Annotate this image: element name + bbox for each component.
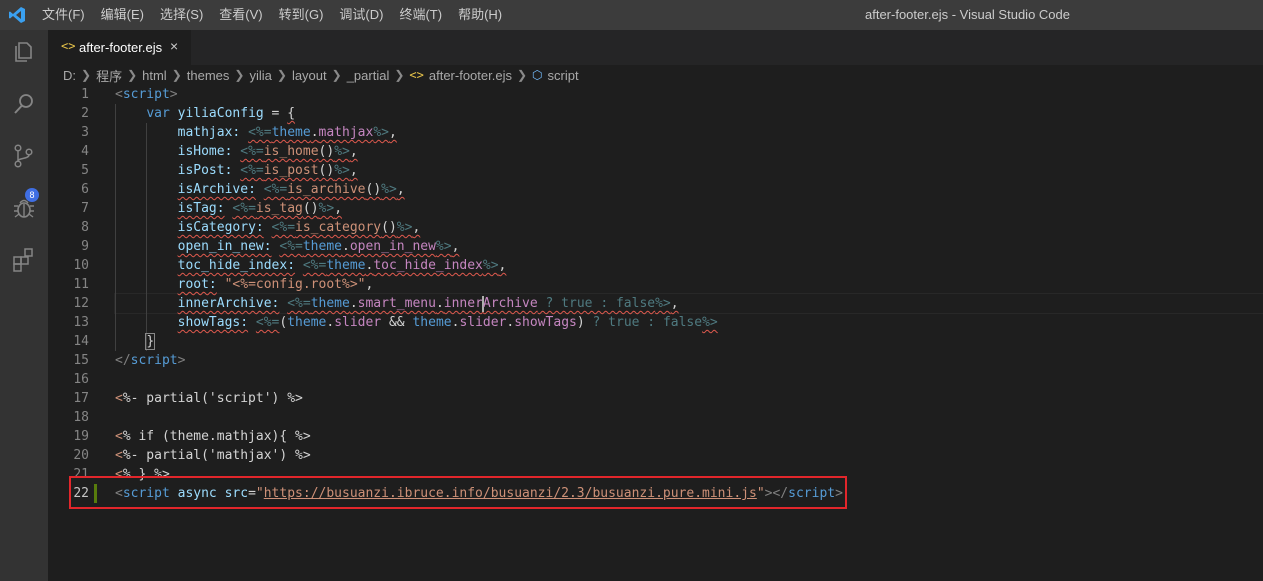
menu-file[interactable]: 文件(F) bbox=[34, 0, 93, 30]
symbol-element-icon: ⬡ bbox=[532, 68, 543, 82]
code-line: showTags: <%=(theme.slider && theme.slid… bbox=[177, 315, 718, 330]
breadcrumb-item[interactable]: themes bbox=[187, 68, 230, 83]
chevron-right-icon: ❯ bbox=[516, 68, 528, 82]
code-line: <% if (theme.mathjax){ %> bbox=[115, 429, 311, 444]
breadcrumb: D: ❯ 程序 ❯ html ❯ themes ❯ yilia ❯ layout… bbox=[63, 66, 579, 84]
line-number: 18 bbox=[73, 410, 89, 425]
explorer-icon[interactable] bbox=[10, 38, 38, 66]
window-title: after-footer.ejs - Visual Studio Code bbox=[865, 7, 1070, 22]
chevron-right-icon: ❯ bbox=[276, 68, 287, 82]
line-number: 20 bbox=[73, 448, 89, 463]
line-number: 4 bbox=[81, 144, 89, 159]
source-control-icon[interactable] bbox=[10, 142, 38, 170]
line-number-gutter: 1 2 3 4 5 6 7 8 9 10 11 12 13 14 15 16 1… bbox=[48, 85, 96, 503]
code-line: var yiliaConfig = { bbox=[146, 106, 296, 121]
title-bar: 文件(F) 编辑(E) 选择(S) 查看(V) 转到(G) 调试(D) 终端(T… bbox=[0, 0, 1263, 30]
line-number: 7 bbox=[81, 201, 89, 216]
code-line: innerArchive: <%=theme.smart_menu.innerA… bbox=[177, 295, 679, 312]
chevron-right-icon: ❯ bbox=[81, 68, 92, 82]
code-line: isArchive: <%=is_archive()%>, bbox=[177, 182, 405, 197]
menu-help[interactable]: 帮助(H) bbox=[450, 0, 510, 30]
code-line: mathjax: <%=theme.mathjax%>, bbox=[177, 125, 397, 140]
breadcrumb-symbol[interactable]: script bbox=[548, 68, 579, 83]
close-icon[interactable]: × bbox=[170, 38, 178, 54]
breadcrumb-item[interactable]: layout bbox=[292, 68, 327, 83]
line-number: 11 bbox=[73, 277, 89, 292]
line-number: 14 bbox=[73, 334, 89, 349]
breadcrumb-item[interactable]: yilia bbox=[249, 68, 271, 83]
line-number: 2 bbox=[81, 106, 89, 121]
breadcrumb-item[interactable]: _partial bbox=[347, 68, 390, 83]
menu-edit[interactable]: 编辑(E) bbox=[93, 0, 152, 30]
code-line: open_in_new: <%=theme.open_in_new%>, bbox=[177, 239, 460, 254]
code-line: } bbox=[145, 333, 156, 350]
code-line: isCategory: <%=is_category()%>, bbox=[177, 220, 421, 235]
code-line: isTag: <%=is_tag()%>, bbox=[177, 201, 343, 216]
html-file-icon: <> bbox=[61, 39, 76, 53]
line-number: 19 bbox=[73, 429, 89, 444]
tab-label: after-footer.ejs bbox=[79, 40, 163, 55]
tab-after-footer[interactable]: <> after-footer.ejs × bbox=[48, 30, 191, 65]
html-file-icon: <> bbox=[409, 68, 424, 82]
code-line: <%- partial('mathjax') %> bbox=[115, 448, 311, 463]
debug-icon[interactable] bbox=[10, 194, 38, 222]
breadcrumb-item[interactable]: 程序 bbox=[96, 66, 122, 85]
code-line: isPost: <%=is_post()%>, bbox=[177, 163, 358, 178]
breadcrumb-item[interactable]: D: bbox=[63, 68, 76, 83]
breadcrumb-file[interactable]: after-footer.ejs bbox=[429, 68, 512, 83]
code-line: root: "<%=config.root%>", bbox=[177, 277, 374, 292]
line-number: 9 bbox=[81, 239, 89, 254]
vscode-logo-icon bbox=[9, 7, 25, 23]
menu-go[interactable]: 转到(G) bbox=[271, 0, 332, 30]
line-number: 6 bbox=[81, 182, 89, 197]
code-editor[interactable]: <script> var yiliaConfig = { mathjax: <%… bbox=[115, 85, 843, 503]
chevron-right-icon: ❯ bbox=[234, 68, 245, 82]
editor-tab-strip: <> after-footer.ejs × bbox=[48, 30, 1263, 65]
code-line: </script> bbox=[115, 353, 186, 368]
chevron-right-icon: ❯ bbox=[127, 68, 138, 82]
menu-selection[interactable]: 选择(S) bbox=[152, 0, 211, 30]
menu-terminal[interactable]: 终端(T) bbox=[391, 0, 450, 30]
line-number: 5 bbox=[81, 163, 89, 178]
line-number: 13 bbox=[73, 315, 89, 330]
activity-bar: 8 bbox=[0, 30, 48, 581]
line-number: 15 bbox=[73, 353, 89, 368]
code-line: toc_hide_index: <%=theme.toc_hide_index%… bbox=[177, 258, 507, 273]
menu-view[interactable]: 查看(V) bbox=[211, 0, 270, 30]
annotation-highlight-box bbox=[69, 476, 847, 509]
line-number: 16 bbox=[73, 372, 89, 387]
line-number: 1 bbox=[81, 87, 89, 102]
menu-debug[interactable]: 调试(D) bbox=[331, 0, 391, 30]
line-number: 12 bbox=[73, 296, 89, 311]
chevron-right-icon: ❯ bbox=[331, 68, 342, 82]
line-number: 10 bbox=[73, 258, 89, 273]
search-icon[interactable] bbox=[10, 90, 38, 118]
line-number: 8 bbox=[81, 220, 89, 235]
code-line: <script> bbox=[115, 87, 178, 102]
line-number: 3 bbox=[81, 125, 89, 140]
line-number: 17 bbox=[73, 391, 89, 406]
chevron-right-icon: ❯ bbox=[394, 68, 405, 82]
code-line: <%- partial('script') %> bbox=[115, 391, 303, 406]
menu-bar: 文件(F) 编辑(E) 选择(S) 查看(V) 转到(G) 调试(D) 终端(T… bbox=[34, 0, 510, 30]
chevron-right-icon: ❯ bbox=[171, 68, 182, 82]
extensions-icon[interactable] bbox=[10, 246, 38, 274]
code-line: isHome: <%=is_home()%>, bbox=[177, 144, 358, 159]
breadcrumb-item[interactable]: html bbox=[142, 68, 167, 83]
